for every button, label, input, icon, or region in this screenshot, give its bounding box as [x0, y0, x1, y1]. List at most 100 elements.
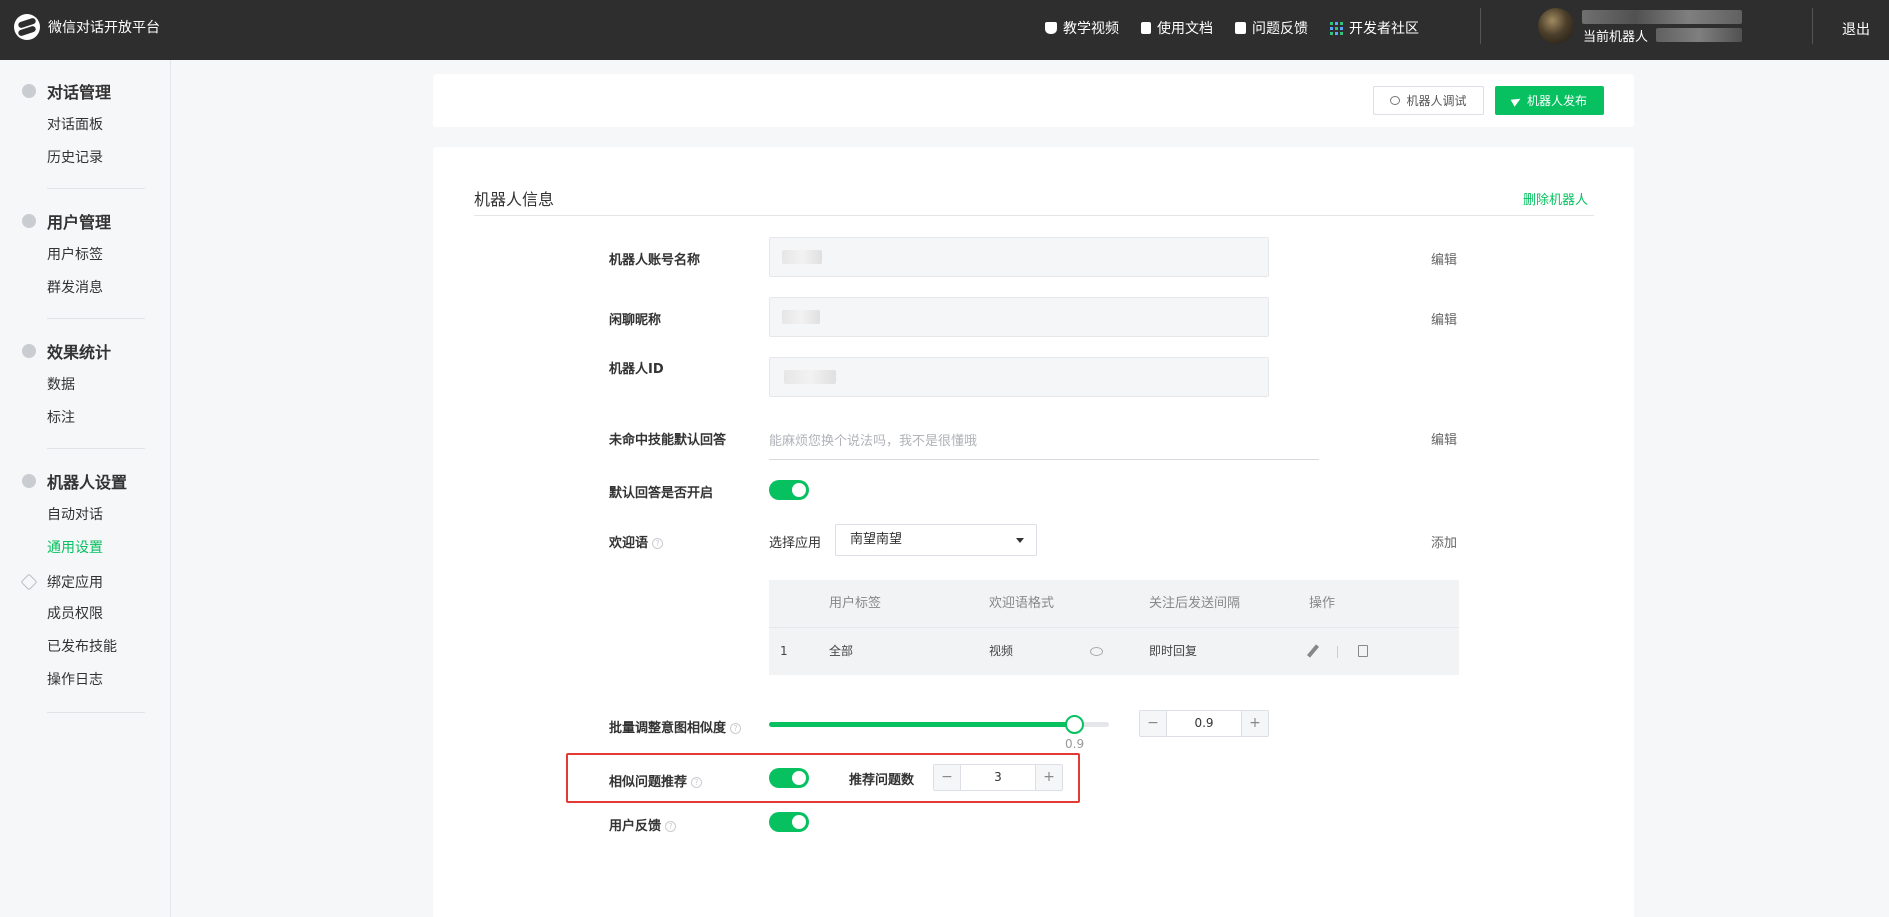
video-icon — [1045, 22, 1057, 34]
trash-icon[interactable] — [1358, 645, 1368, 657]
redacted-value — [782, 310, 820, 324]
stepper-value[interactable]: 0.9 — [1166, 711, 1242, 736]
default-reply-input[interactable] — [769, 424, 1319, 460]
table-header: 用户标签 欢迎语格式 关注后发送间隔 操作 — [769, 580, 1459, 627]
chat-bubble-icon — [1390, 96, 1401, 105]
stepper-value[interactable]: 3 — [960, 765, 1036, 790]
button-label: 机器人发布 — [1526, 94, 1587, 108]
question-count-stepper[interactable]: − 3 + — [933, 764, 1063, 791]
send-icon — [1510, 94, 1523, 107]
edit-icon[interactable] — [1306, 644, 1320, 658]
sidebar-item-general-settings[interactable]: 通用设置 — [47, 532, 171, 565]
delete-robot-link[interactable]: 删除机器人 — [1523, 189, 1588, 208]
field-label-similar-questions: 相似问题推荐? — [609, 771, 703, 790]
slider-handle[interactable] — [1065, 715, 1084, 734]
sidebar-item-auto-dialog[interactable]: 自动对话 — [47, 499, 171, 532]
table-row: 1 全部 视频 即时回复 — [769, 627, 1459, 675]
selected-app: 南望南望 — [850, 532, 903, 547]
increment-button[interactable]: + — [1242, 711, 1268, 736]
field-label-robot-id: 机器人ID — [609, 362, 664, 377]
field-label-question-count: 推荐问题数 — [849, 773, 915, 788]
decrement-button[interactable]: − — [934, 765, 960, 790]
row-tag: 全部 — [829, 644, 854, 658]
pie-chart-icon — [22, 344, 36, 358]
nav-community[interactable]: 开发者社区 — [1330, 18, 1419, 38]
logout-button[interactable]: 退出 — [1842, 19, 1870, 39]
nav-tutorial-video[interactable]: 教学视频 — [1045, 18, 1119, 38]
row-index: 1 — [780, 644, 788, 658]
sidebar-group-stats: 效果统计 数据 标注 — [0, 340, 171, 435]
community-icon — [1330, 21, 1343, 35]
redacted-account — [1582, 10, 1742, 24]
sidebar-item-bind-app[interactable]: 绑定应用 — [0, 565, 171, 598]
redacted-value — [784, 370, 836, 384]
caret-down-icon — [1016, 538, 1024, 543]
field-label-default-reply-enabled: 默认回答是否开启 — [609, 486, 714, 501]
column-header: 关注后发送间隔 — [1149, 596, 1241, 611]
cube-icon — [20, 573, 38, 590]
select-app-label: 选择应用 — [769, 536, 822, 551]
help-icon[interactable]: ? — [665, 821, 677, 832]
gear-icon — [22, 474, 36, 488]
sidebar-group-dialog: 对话管理 对话面板 历史记录 — [0, 80, 171, 175]
default-reply-toggle[interactable] — [769, 480, 809, 500]
column-header: 用户标签 — [829, 596, 882, 611]
sidebar-group-title: 效果统计 — [0, 340, 171, 362]
feedback-icon — [1235, 22, 1246, 34]
help-icon[interactable]: ? — [652, 538, 664, 549]
decrement-button[interactable]: − — [1140, 711, 1166, 736]
sidebar-item-member-permissions[interactable]: 成员权限 — [47, 598, 171, 631]
sidebar-item-user-tags[interactable]: 用户标签 — [47, 239, 171, 272]
sidebar-group-title: 对话管理 — [0, 80, 171, 102]
help-icon[interactable]: ? — [691, 777, 703, 788]
redacted-value — [782, 250, 822, 264]
slider-value: 0.9 — [1065, 737, 1085, 751]
sidebar-item-history[interactable]: 历史记录 — [47, 142, 171, 175]
slider-fill — [769, 722, 1075, 727]
edit-nickname-link[interactable]: 编辑 — [1431, 309, 1457, 328]
field-label-user-feedback: 用户反馈? — [609, 815, 677, 834]
divider — [1480, 8, 1481, 44]
wechat-logo-icon — [14, 14, 40, 40]
nav-label: 开发者社区 — [1349, 21, 1419, 37]
sidebar-group-users: 用户管理 用户标签 群发消息 — [0, 210, 171, 305]
nav-docs[interactable]: 使用文档 — [1141, 18, 1213, 38]
field-label-welcome: 欢迎语? — [609, 532, 664, 551]
column-header: 欢迎语格式 — [989, 596, 1055, 611]
divider — [47, 448, 145, 449]
robot-publish-button[interactable]: 机器人发布 — [1495, 86, 1604, 115]
column-header: 操作 — [1309, 596, 1336, 611]
button-label: 机器人调试 — [1406, 94, 1467, 108]
chat-icon — [22, 84, 36, 98]
welcome-table: 用户标签 欢迎语格式 关注后发送间隔 操作 1 全部 视频 即时回复 — [769, 580, 1459, 675]
app-select[interactable]: 南望南望 — [835, 524, 1037, 556]
increment-button[interactable]: + — [1036, 765, 1062, 790]
sidebar-item-published-skills[interactable]: 已发布技能 — [47, 631, 171, 664]
similarity-stepper[interactable]: − 0.9 + — [1139, 710, 1269, 737]
sidebar-item-broadcast[interactable]: 群发消息 — [47, 272, 171, 305]
edit-account-name-link[interactable]: 编辑 — [1431, 249, 1457, 268]
field-label-account-name: 机器人账号名称 — [609, 253, 701, 268]
sidebar-item-dialog-panel[interactable]: 对话面板 — [47, 109, 171, 142]
app-logo[interactable]: 微信对话开放平台 — [14, 14, 160, 40]
add-welcome-link[interactable]: 添加 — [1431, 532, 1457, 551]
similar-questions-toggle[interactable] — [769, 768, 809, 788]
edit-default-reply-link[interactable]: 编辑 — [1431, 429, 1457, 448]
nav-label: 使用文档 — [1157, 21, 1213, 37]
avatar[interactable] — [1538, 8, 1574, 44]
sidebar-group-title: 用户管理 — [0, 210, 171, 232]
help-icon[interactable]: ? — [730, 723, 742, 734]
sidebar-item-operation-log[interactable]: 操作日志 — [47, 664, 171, 697]
divider — [47, 712, 145, 713]
robot-debug-button[interactable]: 机器人调试 — [1373, 86, 1484, 115]
nav-label: 教学视频 — [1063, 21, 1119, 37]
user-feedback-toggle[interactable] — [769, 812, 809, 832]
sidebar-item-annotation[interactable]: 标注 — [47, 402, 171, 435]
row-format: 视频 — [989, 644, 1014, 658]
section-title: 机器人信息 — [474, 190, 555, 209]
similarity-slider[interactable] — [769, 722, 1109, 727]
sidebar-item-data[interactable]: 数据 — [47, 369, 171, 402]
current-robot-label: 当前机器人 — [1583, 30, 1649, 45]
nav-feedback[interactable]: 问题反馈 — [1235, 18, 1308, 38]
eye-icon[interactable] — [1090, 647, 1103, 656]
